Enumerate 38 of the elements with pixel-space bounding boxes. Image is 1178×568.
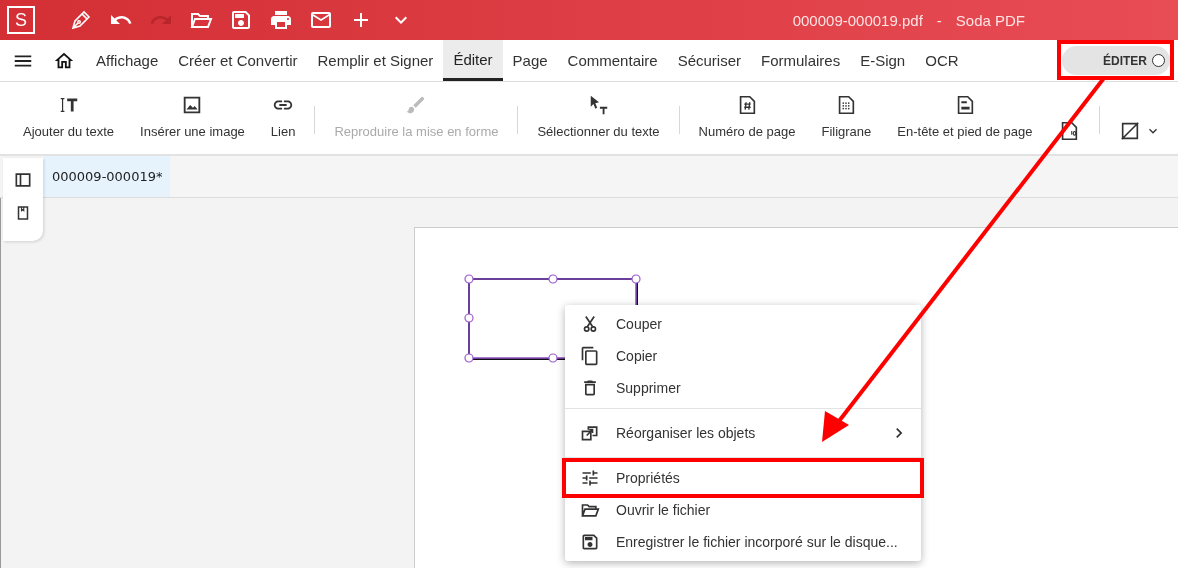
- ribbon-button[interactable]: En-tête et pied de page: [884, 82, 1046, 154]
- menu-item[interactable]: Enregistrer le fichier incorporé sur le disque...: [565, 526, 921, 558]
- save-icon: [580, 532, 600, 552]
- menu-tab[interactable]: Commentaire: [557, 40, 668, 81]
- menu-item[interactable]: Ouvrir le fichier: [565, 494, 921, 526]
- document-tab[interactable]: 000009-000019*: [44, 156, 171, 197]
- menu-item[interactable]: Supprimer: [565, 372, 921, 404]
- print-icon[interactable]: [269, 8, 293, 32]
- title-separator: -: [936, 11, 942, 29]
- menu-item[interactable]: Propriétés: [565, 462, 921, 494]
- ribbon-button[interactable]: Insérer une image: [127, 82, 258, 154]
- menu-tab[interactable]: Remplir et Signer: [307, 40, 444, 81]
- menu-tab[interactable]: E-Sign: [850, 40, 916, 81]
- ribbon-button[interactable]: Filigrane: [808, 82, 885, 154]
- app-name: Soda PDF: [955, 11, 1025, 29]
- document-title: 000009-000019.pdf: [792, 11, 923, 29]
- menu-tab[interactable]: Page: [502, 40, 558, 81]
- ribbon-button[interactable]: Sélectionner du texte: [524, 82, 673, 154]
- menu-tab[interactable]: OCR: [915, 40, 969, 81]
- copy-icon: [580, 346, 600, 366]
- menu-item[interactable]: Copier: [565, 340, 921, 372]
- ribbon-button[interactable]: Lien: [257, 82, 309, 154]
- app-logo: S: [7, 6, 35, 34]
- ribbon-button[interactable]: Numéro de page: [685, 82, 809, 154]
- save-icon[interactable]: [229, 8, 253, 32]
- sidebar-panel-icon[interactable]: [13, 170, 33, 190]
- edit-mode-toggle[interactable]: ÉDITER: [1062, 46, 1170, 75]
- menu-item[interactable]: Réorganiser les objets: [565, 413, 921, 453]
- arrange-icon: [580, 423, 600, 443]
- menu-item[interactable]: Couper: [565, 308, 921, 340]
- menu-tab[interactable]: Créer et Convertir: [168, 40, 308, 81]
- ribbon-button[interactable]: Ajouter du texte: [10, 82, 128, 154]
- menu-tab[interactable]: Éditer: [443, 40, 503, 81]
- menu-tab[interactable]: Sécuriser: [667, 40, 751, 81]
- pen-icon[interactable]: [69, 8, 93, 32]
- menu-tab[interactable]: Affichage: [86, 40, 169, 81]
- sliders-icon: [580, 468, 600, 488]
- menu-tab[interactable]: Formulaires: [751, 40, 851, 81]
